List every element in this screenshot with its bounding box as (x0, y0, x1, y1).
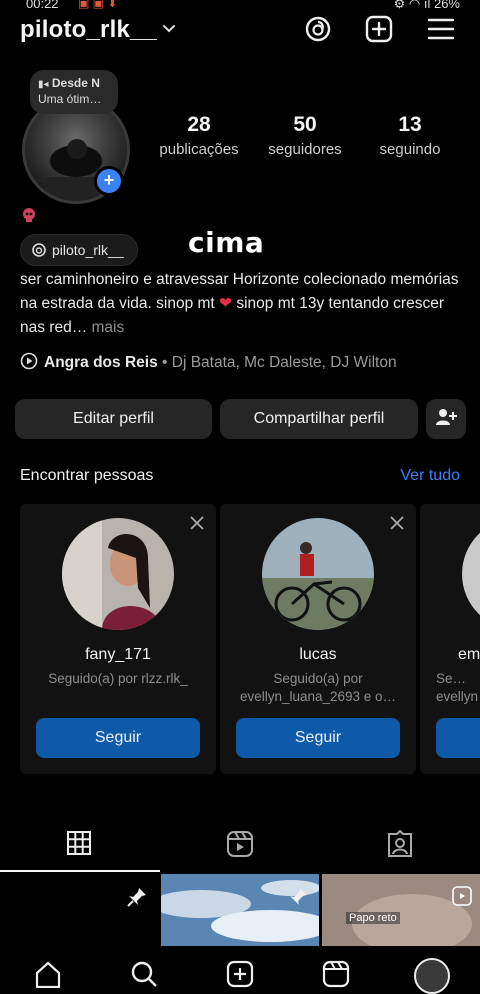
location-row[interactable]: Angra dos Reis • Dj Batata, Mc Daleste, … (20, 352, 470, 372)
stat-posts-label: publicações (159, 141, 239, 158)
create-icon[interactable] (364, 14, 394, 44)
play-circle-icon (20, 352, 38, 370)
stat-posts-value: 28 (187, 113, 211, 136)
suggestion-name[interactable]: em (458, 646, 480, 664)
music-note-icon: ▮◂ (38, 79, 49, 90)
suggestion-card[interactable]: fany_171 Seguido(a) por rlzz.rlk_ Seguir (20, 504, 216, 774)
add-person-icon (436, 409, 457, 425)
battery-level: 26% (433, 0, 460, 11)
suggestion-avatar[interactable] (262, 518, 374, 630)
threads-icon[interactable] (303, 14, 333, 44)
bio-more-link[interactable]: mais (92, 319, 125, 336)
suggestion-avatar[interactable] (462, 518, 480, 630)
discover-people-button[interactable] (426, 399, 466, 439)
music-artists[interactable]: Dj Batata, Mc Daleste, DJ Wilton (172, 354, 397, 371)
status-time: 00:22 (26, 0, 59, 11)
close-icon[interactable] (388, 514, 406, 532)
notification-icons: ▣ ▣ ⬇ (78, 0, 118, 10)
suggestion-card[interactable]: em Se… evellyn (420, 504, 480, 774)
pin-icon (290, 888, 307, 905)
search-icon[interactable] (130, 960, 158, 988)
home-icon[interactable] (34, 960, 62, 988)
note-text: Uma ótim… (38, 92, 102, 106)
edit-profile-button[interactable]: Editar perfil (15, 399, 212, 439)
suggestion-mutual: Se… evellyn (436, 671, 479, 704)
sky-photo (161, 874, 319, 946)
tagged-tab-icon[interactable] (386, 830, 414, 858)
suggestion-name[interactable]: lucas (220, 646, 416, 664)
chevron-down-icon[interactable] (162, 22, 176, 36)
stat-followers-value: 50 (293, 113, 317, 136)
close-icon[interactable] (188, 514, 206, 532)
profile-username[interactable]: piloto_rlk__ (20, 16, 157, 44)
stat-following-label: seguindo (379, 141, 441, 158)
suggestions-title: Encontrar pessoas (20, 467, 154, 484)
post-photo (322, 874, 480, 946)
overlay-caption: cima (188, 226, 265, 259)
post-caption: Papo reto (346, 912, 400, 924)
pin-icon (127, 888, 146, 907)
see-all-link[interactable]: Ver tudo (400, 467, 460, 485)
reel-badge-icon (452, 886, 472, 906)
suggestion-avatar-image (62, 518, 174, 630)
reels-icon[interactable] (322, 960, 350, 988)
stat-posts[interactable]: 28 publicações (144, 113, 254, 158)
grid-tab-icon[interactable] (66, 830, 92, 856)
stat-followers[interactable]: 50 seguidores (250, 113, 360, 158)
threads-handle: piloto_rlk__ (52, 242, 124, 258)
menu-icon[interactable] (426, 14, 456, 44)
note-title: ▮◂ Desde N (38, 76, 100, 90)
grid-post[interactable] (161, 874, 319, 946)
suggestion-avatar[interactable] (62, 518, 174, 630)
grid-post[interactable]: Papo reto (322, 874, 480, 946)
share-profile-button[interactable]: Compartilhar perfil (220, 399, 418, 439)
profile-bio: ser caminhoneiro e atravessar Horizonte … (20, 268, 468, 340)
profile-note[interactable]: ▮◂ Desde N Uma ótim… (30, 70, 118, 114)
suggestion-mutual: Seguido(a) por rlzz.rlk_ (48, 671, 188, 686)
profile-nav-avatar[interactable] (414, 958, 450, 994)
active-tab-indicator (0, 870, 160, 872)
suggestion-mutual: Seguido(a) por evellyn_luana_2693 e o… (239, 671, 397, 704)
reels-tab-icon[interactable] (226, 830, 254, 858)
grid-post[interactable] (0, 874, 158, 946)
follow-button[interactable]: Seguir (36, 718, 200, 758)
stat-followers-label: seguidores (268, 141, 342, 158)
suggestion-name[interactable]: fany_171 (20, 646, 216, 664)
suggestion-avatar-image (262, 518, 374, 630)
suggestion-card[interactable]: lucas Seguido(a) por evellyn_luana_2693 … (220, 504, 416, 774)
threads-small-icon (32, 243, 46, 257)
follow-button[interactable]: Seguir (236, 718, 400, 758)
threads-badge[interactable]: piloto_rlk__ (20, 234, 138, 266)
add-story-button[interactable]: + (94, 166, 124, 196)
heart-icon: ❤ (219, 295, 233, 312)
signal-icon: ⚙ ◠ ıl (393, 0, 434, 11)
stat-following-value: 13 (398, 113, 422, 136)
status-right: ⚙ ◠ ıl 26% (394, 0, 460, 12)
new-post-icon[interactable] (226, 960, 254, 988)
follow-button[interactable] (436, 718, 480, 758)
music-separator: • (162, 354, 168, 371)
status-bar: 00:22 ▣ ▣ ⬇ ⚙ ◠ ıl 26% (0, 0, 480, 14)
stat-following[interactable]: 13 seguindo (355, 113, 465, 158)
location-name[interactable]: Angra dos Reis (44, 354, 158, 371)
skull-emoji-icon (23, 208, 35, 222)
